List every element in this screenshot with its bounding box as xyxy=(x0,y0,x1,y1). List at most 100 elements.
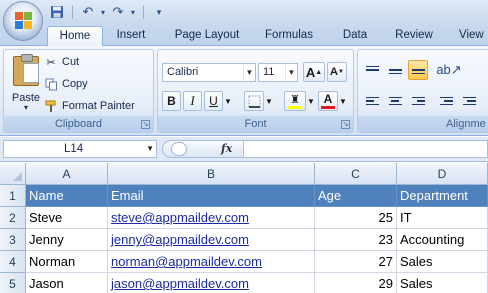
shrink-font-button[interactable]: A ▼ xyxy=(327,62,347,82)
format-painter-button[interactable]: Format Painter xyxy=(44,97,135,115)
align-right-button[interactable] xyxy=(408,91,428,111)
cell-b3[interactable]: jenny@appmaildev.com xyxy=(108,229,315,251)
cell-a3[interactable]: Jenny xyxy=(26,229,108,251)
copy-button[interactable]: Copy xyxy=(44,75,88,93)
fill-color-button[interactable]: ♜ xyxy=(284,91,306,111)
redo-dropdown-icon[interactable]: ▾ xyxy=(129,3,137,21)
formula-input[interactable] xyxy=(244,140,488,158)
borders-dropdown-icon[interactable]: ▼ xyxy=(264,91,274,111)
grow-font-button[interactable]: A ▲ xyxy=(303,62,325,82)
font-name-combobox[interactable]: Calibri ▼ xyxy=(162,63,256,82)
cell-a2[interactable]: Steve xyxy=(26,207,108,229)
grow-font-icon: A xyxy=(305,64,316,80)
font-launcher-icon[interactable]: ↘ xyxy=(341,120,350,129)
qat-separator xyxy=(72,5,73,19)
align-center-button[interactable] xyxy=(385,91,405,111)
cell-b1[interactable]: Email xyxy=(108,185,315,207)
column-header-c[interactable]: C xyxy=(315,163,397,185)
fill-color-bar xyxy=(288,105,302,109)
chevron-down-icon[interactable]: ▼ xyxy=(243,64,255,81)
cell-d1[interactable]: Department xyxy=(397,185,488,207)
redo-icon[interactable]: ↷ xyxy=(109,3,127,21)
cell-c3[interactable]: 23 xyxy=(315,229,397,251)
formula-bar: L14 ▼ fx xyxy=(0,137,488,162)
worksheet-grid: A B C D 1 2 3 4 5 Name Email Age Departm… xyxy=(0,163,488,293)
cell-d2[interactable]: IT xyxy=(397,207,488,229)
cell-d4[interactable]: Sales xyxy=(397,251,488,273)
cell-d5[interactable]: Sales xyxy=(397,273,488,293)
chevron-down-icon[interactable]: ▼ xyxy=(146,141,154,157)
paste-icon xyxy=(13,54,39,86)
cell-c4[interactable]: 27 xyxy=(315,251,397,273)
insert-function-button[interactable]: fx xyxy=(221,141,232,157)
cut-button[interactable]: ✂ Cut xyxy=(44,53,79,71)
tab-insert[interactable]: Insert xyxy=(109,26,153,46)
cell-c2[interactable]: 25 xyxy=(315,207,397,229)
align-middle-button[interactable] xyxy=(385,60,405,80)
column-header-b[interactable]: B xyxy=(108,163,315,185)
borders-icon xyxy=(248,95,260,108)
italic-button[interactable]: I xyxy=(183,91,202,111)
tab-data[interactable]: Data xyxy=(336,26,374,46)
paste-button[interactable]: Paste ▾ xyxy=(8,54,44,112)
cell-b4[interactable]: norman@appmaildev.com xyxy=(108,251,315,273)
align-top-button[interactable] xyxy=(362,60,382,80)
align-right-icon xyxy=(411,96,425,106)
underline-button[interactable]: U xyxy=(204,91,223,111)
formula-expand-icon[interactable] xyxy=(171,142,187,156)
tab-home[interactable]: Home xyxy=(47,26,103,46)
cell-d3[interactable]: Accounting xyxy=(397,229,488,251)
chevron-down-icon[interactable]: ▼ xyxy=(285,64,297,81)
tab-page-layout[interactable]: Page Layout xyxy=(166,26,248,46)
cell-b5[interactable]: jason@appmaildev.com xyxy=(108,273,315,293)
tab-formulas[interactable]: Formulas xyxy=(256,26,322,46)
qat-separator xyxy=(143,5,144,19)
fill-color-dropdown-icon[interactable]: ▼ xyxy=(306,91,316,111)
tab-review[interactable]: Review xyxy=(388,26,440,46)
office-button[interactable] xyxy=(3,1,43,41)
row-header-4[interactable]: 4 xyxy=(0,251,26,273)
orientation-button[interactable]: ab↗ xyxy=(436,60,462,80)
align-left-icon xyxy=(365,96,379,106)
undo-icon[interactable]: ↶ xyxy=(79,3,97,21)
increase-indent-button[interactable] xyxy=(459,91,479,111)
align-bottom-button[interactable] xyxy=(408,60,428,80)
paste-dropdown-icon[interactable]: ▾ xyxy=(8,104,44,112)
align-left-button[interactable] xyxy=(362,91,382,111)
alignment-group: ab↗ Alignme xyxy=(357,49,488,133)
undo-dropdown-icon[interactable]: ▾ xyxy=(99,3,107,21)
clipboard-group: Paste ▾ ✂ Cut Copy Format Painter Clipbo… xyxy=(3,49,154,133)
font-color-button[interactable]: A xyxy=(318,91,338,111)
decrease-indent-button[interactable] xyxy=(436,91,456,111)
name-box[interactable]: L14 ▼ xyxy=(3,140,157,158)
clipboard-launcher-icon[interactable]: ↘ xyxy=(141,120,150,129)
align-middle-icon xyxy=(388,66,402,75)
row-header-5[interactable]: 5 xyxy=(0,273,26,293)
borders-button[interactable] xyxy=(244,91,264,111)
cell-b2[interactable]: steve@appmaildev.com xyxy=(108,207,315,229)
cell-a4[interactable]: Norman xyxy=(26,251,108,273)
ribbon-tabs: Home Insert Page Layout Formulas Data Re… xyxy=(0,24,488,46)
font-size-combobox[interactable]: 11 ▼ xyxy=(258,63,298,82)
cell-a1[interactable]: Name xyxy=(26,185,108,207)
underline-dropdown-icon[interactable]: ▼ xyxy=(223,91,233,111)
cell-a5[interactable]: Jason xyxy=(26,273,108,293)
column-header-d[interactable]: D xyxy=(397,163,488,185)
font-size-value: 11 xyxy=(263,66,275,78)
row-header-3[interactable]: 3 xyxy=(0,229,26,251)
tab-view[interactable]: View xyxy=(452,26,488,46)
cell-c5[interactable]: 29 xyxy=(315,273,397,293)
select-all-button[interactable] xyxy=(0,163,26,185)
bold-button[interactable]: B xyxy=(162,91,181,111)
save-icon[interactable] xyxy=(48,3,66,21)
row-header-1[interactable]: 1 xyxy=(0,185,26,207)
customize-qat-icon[interactable]: ▾ xyxy=(150,3,168,21)
font-color-dropdown-icon[interactable]: ▼ xyxy=(338,91,348,111)
ribbon: Paste ▾ ✂ Cut Copy Format Painter Clipbo… xyxy=(0,46,488,136)
cell-c1[interactable]: Age xyxy=(315,185,397,207)
row-header-2[interactable]: 2 xyxy=(0,207,26,229)
decrease-indent-icon xyxy=(439,96,453,106)
orientation-icon: ab↗ xyxy=(436,62,462,77)
cut-label: Cut xyxy=(62,56,80,68)
column-header-a[interactable]: A xyxy=(26,163,108,185)
